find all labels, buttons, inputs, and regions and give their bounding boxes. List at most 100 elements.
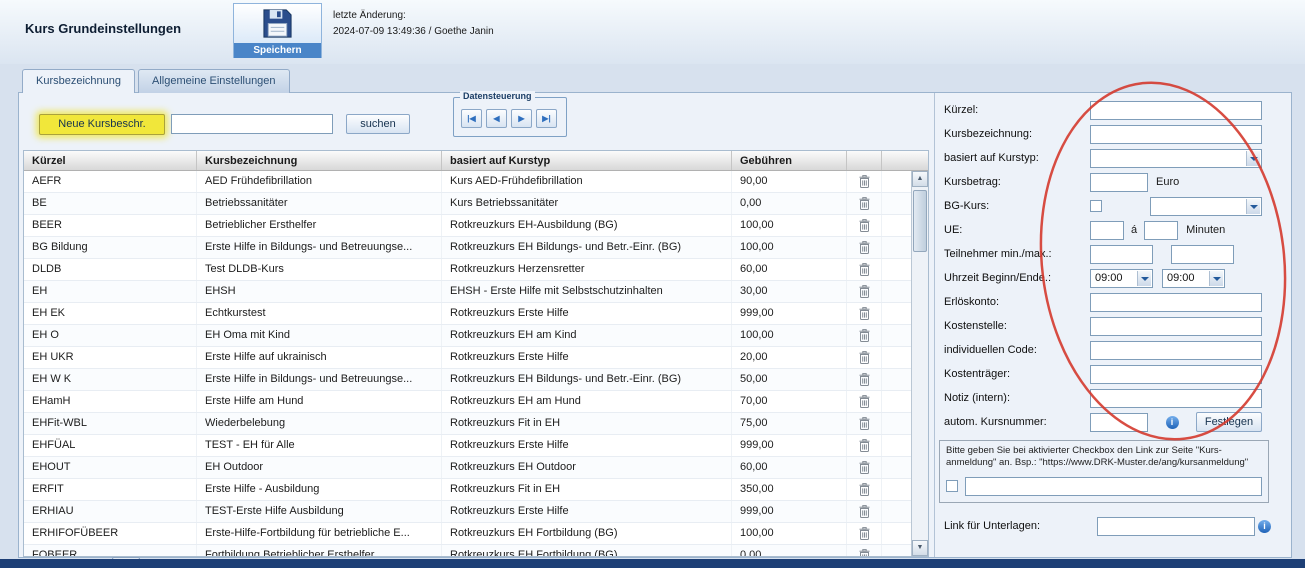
table-row[interactable]: DLDBTest DLDB-KursRotkreuzkurs Herzensre… [24, 259, 911, 281]
kuerzel-input[interactable] [1090, 101, 1262, 120]
delete-button[interactable] [847, 171, 882, 192]
cell-kurstyp: Rotkreuzkurs Herzensretter [442, 259, 732, 280]
delete-button[interactable] [847, 391, 882, 412]
table-row[interactable]: EH UKRErste Hilfe auf ukrainischRotkreuz… [24, 347, 911, 369]
kursanmeldung-checkbox[interactable] [946, 480, 958, 492]
trash-icon[interactable] [859, 241, 870, 254]
delete-button[interactable] [847, 501, 882, 522]
teilnehmer-min-input[interactable] [1090, 245, 1153, 264]
link-unterlagen-input[interactable] [1097, 517, 1255, 536]
search-button[interactable]: suchen [346, 114, 410, 134]
notiz-input[interactable] [1090, 389, 1262, 408]
col-gebuehren[interactable]: Gebühren [732, 151, 847, 170]
trash-icon[interactable] [859, 505, 870, 518]
table-row[interactable]: BG BildungErste Hilfe in Bildungs- und B… [24, 237, 911, 259]
table-row[interactable]: ERHIAUTEST-Erste Hilfe AusbildungRotkreu… [24, 501, 911, 523]
delete-button[interactable] [847, 237, 882, 258]
search-input[interactable] [171, 114, 333, 134]
scroll-down-icon[interactable]: ▼ [912, 540, 928, 556]
delete-button[interactable] [847, 369, 882, 390]
cell-kuerzel: ERHIAU [24, 501, 197, 522]
trash-icon[interactable] [859, 329, 870, 342]
bg-kurs-select[interactable] [1150, 197, 1262, 216]
delete-button[interactable] [847, 457, 882, 478]
trash-icon[interactable] [859, 373, 870, 386]
festlegen-button[interactable]: Festlegen [1196, 412, 1262, 432]
table-row[interactable]: FOBEERFortbildung Betrieblicher Ersthelf… [24, 545, 911, 556]
kursbetrag-input[interactable] [1090, 173, 1148, 192]
row-filler [882, 391, 911, 412]
table-row[interactable]: ERFITErste Hilfe - AusbildungRotkreuzkur… [24, 479, 911, 501]
trash-icon[interactable] [859, 483, 870, 496]
scrollbar-thumb[interactable] [913, 190, 927, 252]
delete-button[interactable] [847, 281, 882, 302]
table-row[interactable]: ERHIFOFÜBEERErste-Hilfe-Fortbildung für … [24, 523, 911, 545]
col-kursbezeichnung[interactable]: Kursbezeichnung [197, 151, 442, 170]
kostentraeger-input[interactable] [1090, 365, 1262, 384]
nav-last-icon[interactable]: ▶| [536, 109, 557, 128]
table-row[interactable]: EHOUTEH OutdoorRotkreuzkurs EH Outdoor60… [24, 457, 911, 479]
trash-icon[interactable] [859, 285, 870, 298]
col-kurstyp[interactable]: basiert auf Kurstyp [442, 151, 732, 170]
teilnehmer-max-input[interactable] [1171, 245, 1234, 264]
nav-next-icon[interactable]: ▶ [511, 109, 532, 128]
trash-icon[interactable] [859, 527, 870, 540]
trash-icon[interactable] [859, 417, 870, 430]
scroll-up-icon[interactable]: ▲ [912, 171, 928, 187]
table-row[interactable]: EH OEH Oma mit KindRotkreuzkurs EH am Ki… [24, 325, 911, 347]
table-row[interactable]: EHFit-WBLWiederbelebungRotkreuzkurs Fit … [24, 413, 911, 435]
kursbezeichnung-input[interactable] [1090, 125, 1262, 144]
trash-icon[interactable] [859, 307, 870, 320]
tab-allgemeine-einstellungen[interactable]: Allgemeine Einstellungen [138, 69, 290, 93]
trash-icon[interactable] [859, 461, 870, 474]
delete-button[interactable] [847, 545, 882, 556]
tab-kursbezeichnung[interactable]: Kursbezeichnung [22, 69, 135, 93]
ue-minutes-input[interactable] [1144, 221, 1178, 240]
nav-prev-icon[interactable]: ◀ [486, 109, 507, 128]
uhrzeit-ende-select[interactable]: 09:00 [1162, 269, 1225, 288]
erloeskonto-input[interactable] [1090, 293, 1262, 312]
delete-button[interactable] [847, 523, 882, 544]
trash-icon[interactable] [859, 175, 870, 188]
vertical-scrollbar[interactable]: ▲ ▼ [911, 171, 928, 556]
delete-button[interactable] [847, 193, 882, 214]
trash-icon[interactable] [859, 197, 870, 210]
table-row[interactable]: EH EKEchtkurstestRotkreuzkurs Erste Hilf… [24, 303, 911, 325]
delete-button[interactable] [847, 259, 882, 280]
table-row[interactable]: EHamHErste Hilfe am HundRotkreuzkurs EH … [24, 391, 911, 413]
kursanmeldung-link-input[interactable] [965, 477, 1262, 496]
delete-button[interactable] [847, 435, 882, 456]
delete-button[interactable] [847, 215, 882, 236]
table-row[interactable]: EH W KErste Hilfe in Bildungs- und Betre… [24, 369, 911, 391]
delete-button[interactable] [847, 479, 882, 500]
kurstyp-select[interactable] [1090, 149, 1262, 168]
delete-button[interactable] [847, 325, 882, 346]
uhrzeit-beginn-select[interactable]: 09:00 [1090, 269, 1153, 288]
nav-first-icon[interactable]: |◀ [461, 109, 482, 128]
trash-icon[interactable] [859, 219, 870, 232]
delete-button[interactable] [847, 347, 882, 368]
info-icon[interactable]: i [1166, 416, 1179, 429]
bg-kurs-checkbox[interactable] [1090, 200, 1102, 212]
delete-button[interactable] [847, 303, 882, 324]
uhrzeit-label: Uhrzeit Beginn/Ende.: [944, 272, 1090, 284]
table-row[interactable]: EHFÜALTEST - EH für AlleRotkreuzkurs Ers… [24, 435, 911, 457]
trash-icon[interactable] [859, 549, 870, 556]
trash-icon[interactable] [859, 439, 870, 452]
delete-button[interactable] [847, 413, 882, 434]
kursnummer-input[interactable] [1090, 413, 1148, 432]
table-row[interactable]: AEFRAED FrühdefibrillationKurs AED-Frühd… [24, 171, 911, 193]
col-kuerzel[interactable]: Kürzel [24, 151, 197, 170]
ue-count-input[interactable] [1090, 221, 1124, 240]
info-icon[interactable]: i [1258, 520, 1271, 533]
table-row[interactable]: EHEHSHEHSH - Erste Hilfe mit Selbstschut… [24, 281, 911, 303]
kostenstelle-input[interactable] [1090, 317, 1262, 336]
save-button[interactable]: Speichern [233, 3, 322, 58]
new-course-button[interactable]: Neue Kursbeschr. [39, 114, 165, 135]
table-row[interactable]: BEERBetrieblicher ErsthelferRotkreuzkurs… [24, 215, 911, 237]
indiv-code-input[interactable] [1090, 341, 1262, 360]
trash-icon[interactable] [859, 395, 870, 408]
table-row[interactable]: BEBetriebssanitäterKurs Betriebssanitäte… [24, 193, 911, 215]
trash-icon[interactable] [859, 351, 870, 364]
trash-icon[interactable] [859, 263, 870, 276]
